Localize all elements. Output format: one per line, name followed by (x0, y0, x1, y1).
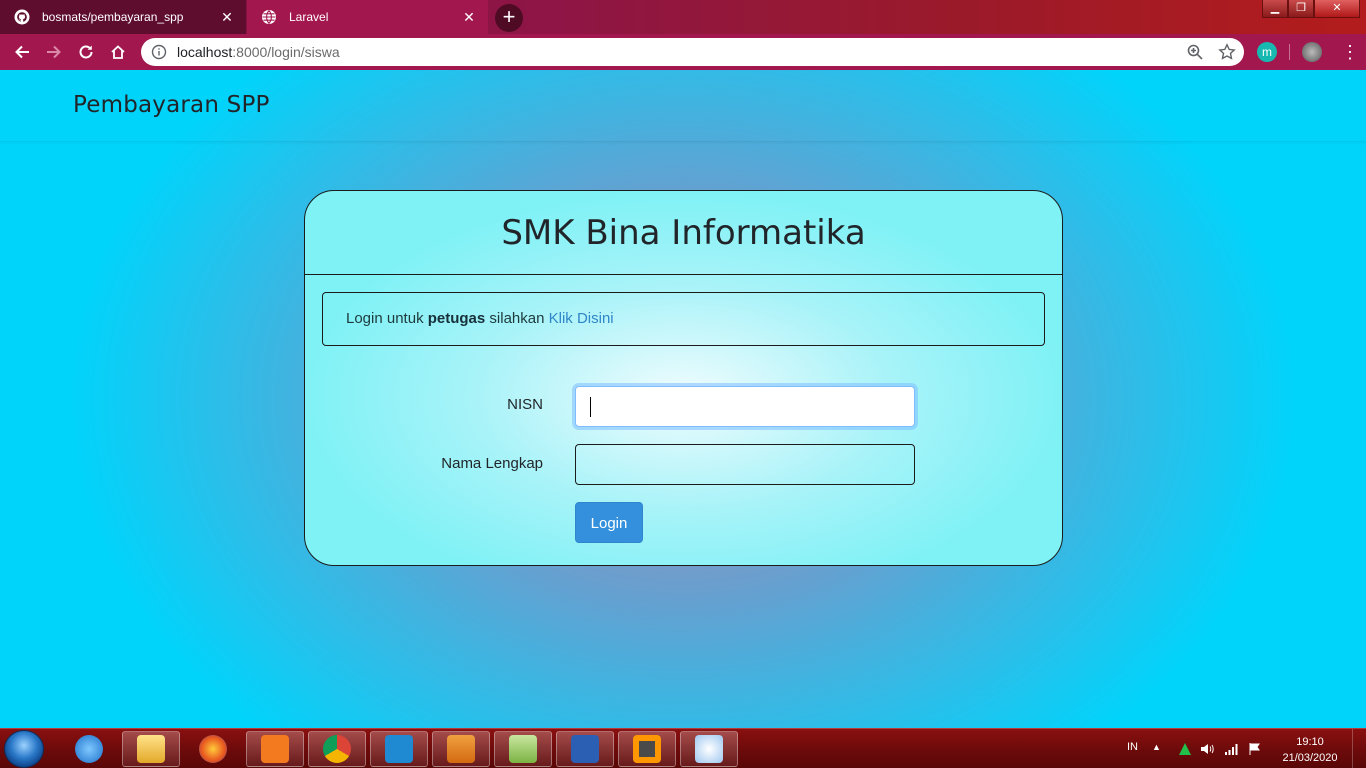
sublime-text-icon[interactable] (618, 731, 676, 767)
internet-explorer-icon[interactable] (60, 731, 118, 767)
tab-github[interactable]: bosmats/pembayaran_spp ✕ (0, 0, 246, 34)
system-clock[interactable]: 19:10 21/03/2020 (1280, 734, 1340, 766)
network-signal-icon[interactable] (1224, 742, 1238, 756)
clock-date: 21/03/2020 (1282, 752, 1338, 764)
new-tab-button[interactable]: + (495, 4, 523, 32)
brand-link[interactable]: Pembayaran SPP (73, 92, 270, 118)
card-title: SMK Bina Informatika (501, 213, 866, 253)
forward-icon[interactable] (38, 36, 70, 68)
nisn-input[interactable] (575, 386, 915, 427)
toolbar-divider (1289, 44, 1290, 60)
menu-kebab-icon[interactable]: ⋮ (1340, 42, 1360, 62)
show-desktop-button[interactable] (1352, 729, 1366, 768)
back-icon[interactable] (6, 36, 38, 68)
browser-toolbar: localhost:8000/login/siswa m ⋮ (0, 34, 1366, 70)
browser-tabstrip: bosmats/pembayaran_spp ✕ Laravel ✕ + ▁ ❐… (0, 0, 1366, 34)
tab-laravel[interactable]: Laravel ✕ (247, 0, 488, 34)
vscode-icon[interactable] (370, 731, 428, 767)
alert-text-prefix: Login untuk (346, 310, 428, 327)
info-icon[interactable] (151, 44, 167, 60)
window-controls: ▁ ❐ ✕ (1262, 0, 1360, 18)
file-explorer-icon[interactable] (122, 731, 180, 767)
close-tab-icon[interactable]: ✕ (462, 10, 476, 24)
close-window-icon[interactable]: ✕ (1314, 0, 1360, 18)
card-header: SMK Bina Informatika (305, 191, 1062, 275)
minimize-icon[interactable]: ▁ (1262, 0, 1288, 18)
home-icon[interactable] (102, 36, 134, 68)
login-card: SMK Bina Informatika Login untuk petugas… (304, 190, 1063, 566)
klik-disini-link[interactable]: Klik Disini (549, 310, 614, 327)
paint-icon[interactable] (680, 731, 738, 767)
nisn-label: NISN (507, 396, 543, 413)
media-player-icon[interactable] (432, 731, 490, 767)
action-center-flag-icon[interactable] (1248, 742, 1262, 756)
extension-avatar[interactable]: m (1257, 42, 1277, 62)
login-button[interactable]: Login (575, 502, 643, 543)
globe-icon (261, 9, 277, 25)
profile-avatar[interactable] (1302, 42, 1322, 62)
notepad-plus-plus-icon[interactable] (494, 731, 552, 767)
github-icon (14, 9, 30, 25)
alert-text-middle: silahkan (485, 310, 549, 327)
clock-time: 19:10 (1296, 736, 1324, 748)
volume-icon[interactable] (1200, 742, 1214, 756)
tab-title: bosmats/pembayaran_spp (42, 10, 184, 24)
zoom-icon[interactable] (1186, 43, 1204, 61)
alert-bold-text: petugas (427, 310, 486, 327)
system-tray: IN ▲ 19:10 21/03/2020 (1106, 729, 1366, 768)
tab-title: Laravel (289, 10, 329, 24)
windows-taskbar: IN ▲ 19:10 21/03/2020 (0, 728, 1366, 768)
top-navbar: Pembayaran SPP (0, 70, 1366, 142)
petugas-alert: Login untuk petugas silahkan Klik Disini (322, 292, 1045, 346)
text-caret (590, 397, 591, 417)
page-viewport: Pembayaran SPP SMK Bina Informatika Logi… (0, 70, 1366, 728)
nama-lengkap-input[interactable] (575, 444, 915, 485)
firefox-icon[interactable] (184, 731, 242, 767)
url-path: :8000/login/siswa (232, 44, 340, 60)
reload-icon[interactable] (70, 36, 102, 68)
bookmark-star-icon[interactable] (1218, 43, 1236, 61)
tray-app-icon[interactable] (1178, 742, 1192, 756)
xampp-icon[interactable] (246, 731, 304, 767)
chrome-icon[interactable] (308, 731, 366, 767)
start-button-icon[interactable] (4, 730, 44, 768)
word-icon[interactable] (556, 731, 614, 767)
language-indicator[interactable]: IN (1127, 741, 1138, 753)
url-host: localhost (177, 44, 233, 60)
nama-lengkap-label: Nama Lengkap (441, 455, 543, 472)
close-tab-icon[interactable]: ✕ (220, 10, 234, 24)
tray-expand-icon[interactable]: ▲ (1152, 742, 1166, 756)
address-bar[interactable]: localhost:8000/login/siswa (141, 38, 1244, 66)
maximize-icon[interactable]: ❐ (1288, 0, 1314, 18)
